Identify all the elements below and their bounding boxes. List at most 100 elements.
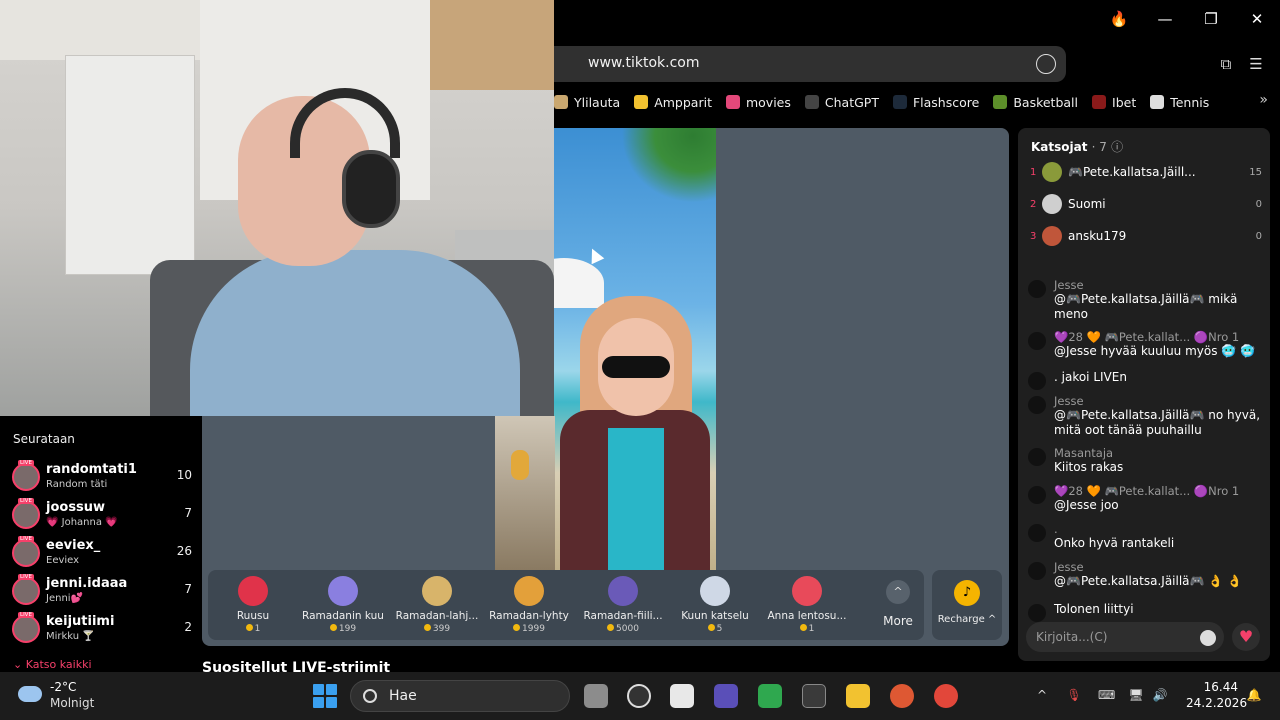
following-item[interactable]: LIVE joossuw 💗 Johanna 💗 7 (12, 498, 192, 534)
bookmark-item[interactable]: Ylilauta (554, 95, 620, 110)
kitchen-shelf (430, 0, 554, 90)
heart-button[interactable]: ♥ (1232, 623, 1260, 651)
windows-start-icon[interactable] (313, 684, 337, 708)
bookmark-item[interactable]: ChatGPT (804, 95, 879, 110)
chat-author: 💜28 🧡 🎮Pete.kallat... 🟣Nro 1 (1054, 484, 1240, 498)
following-title: Seurataan (13, 432, 75, 446)
bookmark-label: Basketball (1013, 94, 1079, 110)
chat-text: @Jesse hyvää kuuluu myös 🥶 🥶 (1054, 344, 1255, 358)
viewer-rank: 3 (1030, 230, 1037, 242)
gift-item[interactable]: Anna lentosu... 1 (762, 576, 852, 634)
gift-price: 399 (392, 624, 482, 634)
clock[interactable]: 16.44 24.2.2026 (1186, 680, 1247, 710)
calculator-icon[interactable] (802, 684, 826, 708)
following-item[interactable]: LIVE keijutiimi Mirkku 🍸 2 (12, 612, 192, 648)
restore-button[interactable]: ❐ (1200, 8, 1222, 30)
network-icon[interactable]: 🖥 (1128, 688, 1144, 704)
bookmark-icon (993, 95, 1008, 109)
chat-input[interactable]: Kirjoita...(C) (1026, 622, 1224, 652)
viewer-row[interactable]: 2 Suomi 0 (1030, 192, 1262, 216)
bookmark-item[interactable]: movies (725, 95, 791, 110)
bookmark-item[interactable]: Flashscore (892, 95, 979, 110)
show-hidden-icons[interactable]: ^ (1034, 688, 1050, 704)
viewer-score: 0 (1255, 230, 1262, 242)
gift-price-value: 1 (808, 624, 815, 634)
chart-app-icon[interactable] (758, 684, 782, 708)
bookmark-icon (892, 95, 907, 109)
viewers-heading[interactable]: Katsojat · 7 ⓘ (1031, 138, 1123, 155)
more-gifts-button[interactable]: ^ More (876, 580, 920, 628)
close-button[interactable]: ✕ (1246, 8, 1268, 30)
chat-message: Jesse @🎮Pete.kallatsa.Jäillä🎮 👌 👌 (1028, 560, 1260, 589)
see-all-link[interactable]: ⌄ Katso kaikki (13, 658, 92, 671)
gift-price-value: 1 (254, 624, 261, 634)
bookmark-item[interactable]: Ampparit (634, 95, 712, 110)
task-view-icon[interactable] (584, 684, 608, 708)
gift-name: Ramadan-fiili... (583, 610, 663, 622)
chat-author: Jesse (1054, 394, 1084, 408)
file-explorer-icon[interactable] (846, 684, 870, 708)
gift-item[interactable]: Ramadanin kuu 199 (298, 576, 388, 634)
gift-icon (422, 576, 452, 606)
recharge-button[interactable]: ♪ Recharge ^ (932, 570, 1002, 640)
viewer-count: 26 (176, 544, 192, 558)
chat-text: Onko hyvä rantakeli (1054, 536, 1175, 550)
bookmark-icon (554, 95, 568, 109)
temperature: -2°C (50, 680, 77, 694)
chat-text: . jakoi LIVEn (1054, 370, 1127, 384)
gift-item[interactable]: Ramadan-lahj... 399 (392, 576, 482, 634)
viewer-score: 15 (1249, 166, 1262, 178)
viewer-name: 🎮Pete.kallatsa.Jäill... (1068, 165, 1196, 179)
coin-icon (513, 624, 521, 631)
minimize-button[interactable]: — (1154, 8, 1176, 30)
gift-item[interactable]: Ramadan-lyhty 1999 (484, 576, 574, 634)
gift-price: 1 (208, 624, 298, 634)
stream-video (554, 128, 716, 570)
taskbar-search[interactable]: Hae (350, 680, 570, 712)
following-item[interactable]: LIVE jenni.idaaa Jenni💕 7 (12, 574, 192, 610)
chat-message: Jesse @🎮Pete.kallatsa.Jäillä🎮 no hyvä, mi… (1028, 394, 1260, 438)
flame-icon[interactable]: 🔥 (1108, 8, 1130, 30)
menu-icon[interactable]: ☰ (1246, 54, 1266, 74)
gift-icon (700, 576, 730, 606)
gift-item[interactable]: Kuun katselu 5 (670, 576, 760, 634)
notification-icon[interactable]: 🔔 (1246, 688, 1262, 704)
gift-name: Ruusu (236, 610, 270, 622)
assistant-icon[interactable] (1036, 54, 1056, 74)
bookmark-icon (634, 95, 649, 109)
emoji-icon[interactable] (1200, 630, 1216, 646)
microphone-icon[interactable]: 🎙 (1066, 688, 1082, 704)
app-icon[interactable] (934, 684, 958, 708)
gift-price-value: 5 (716, 624, 723, 634)
chat-author: . (1054, 522, 1058, 536)
keyboard-icon[interactable]: ⌨ (1098, 688, 1115, 704)
avatar (12, 463, 40, 491)
info-icon[interactable]: ⓘ (1111, 140, 1123, 154)
avatar (12, 501, 40, 529)
coin-icon (245, 624, 253, 631)
avatar (1042, 194, 1062, 214)
bookmark-item[interactable]: Tennis (1150, 95, 1209, 110)
tabs-icon[interactable]: ⧉ (1216, 54, 1236, 74)
following-item[interactable]: LIVE randomtati1 Random täti 10 (12, 460, 192, 496)
gift-icon (514, 576, 544, 606)
bookmark-label: Ibet (1112, 94, 1137, 110)
gift-item[interactable]: Ramadan-fiili... 5000 (578, 576, 668, 634)
avatar (1028, 562, 1046, 580)
live-badge: LIVE (18, 612, 34, 618)
bookmark-item[interactable]: Ibet (1092, 95, 1136, 110)
bookmark-item[interactable]: Basketball (993, 95, 1078, 110)
obs-icon[interactable] (627, 684, 651, 708)
viewer-row[interactable]: 3 ansku179 0 (1030, 224, 1262, 248)
address-bar[interactable]: www.tiktok.com (554, 46, 1066, 82)
bookmarks-more-icon[interactable]: » (1259, 92, 1268, 108)
person-shirt (190, 250, 520, 416)
volume-icon[interactable]: 🔊 (1152, 688, 1168, 704)
camera-app-icon[interactable] (714, 684, 738, 708)
duckduckgo-icon[interactable] (890, 684, 914, 708)
following-item[interactable]: LIVE eeviex_ Eeviex 26 (12, 536, 192, 572)
gift-item[interactable]: Ruusu 1 (208, 576, 298, 634)
viewer-row[interactable]: 1 🎮Pete.kallatsa.Jäill... 15 (1030, 160, 1262, 184)
following-subtitle: Jenni💕 (46, 593, 84, 604)
chrome-app-icon[interactable] (670, 684, 694, 708)
